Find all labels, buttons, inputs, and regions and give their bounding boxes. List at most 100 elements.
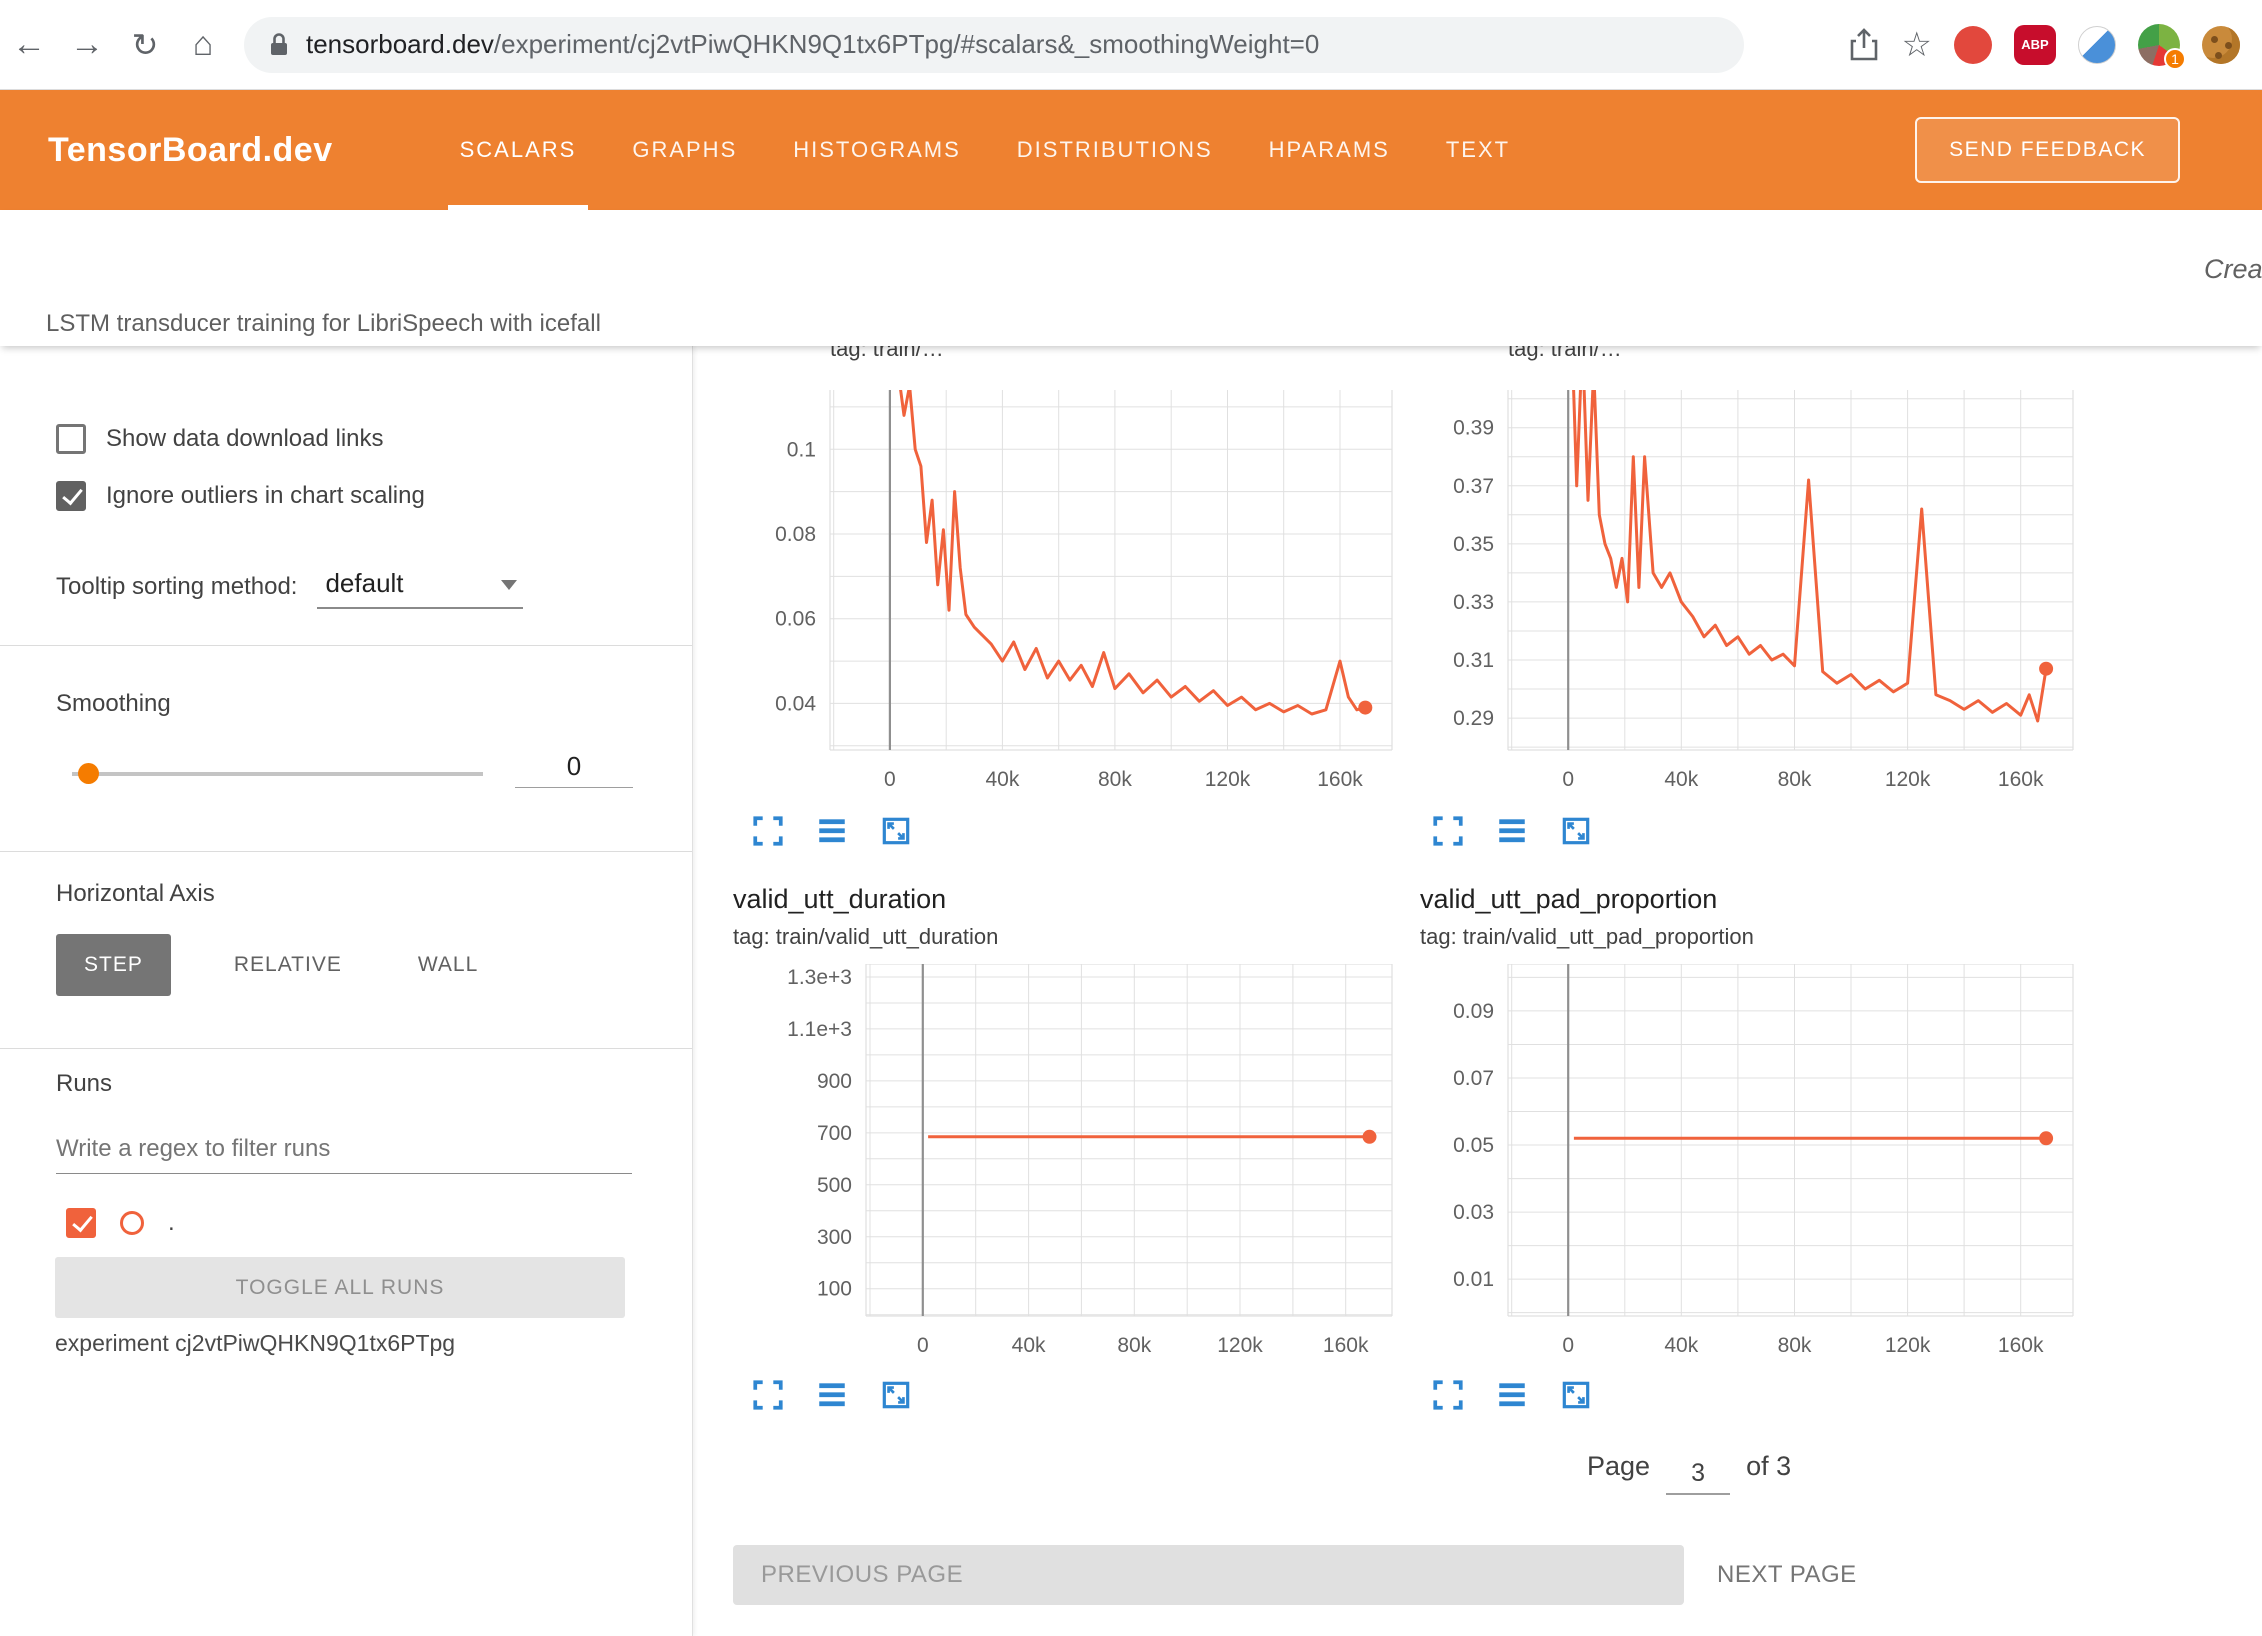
smoothing-slider-track[interactable]: [72, 772, 483, 776]
page-number-input[interactable]: [1666, 1455, 1730, 1495]
experiment-id-label: experiment cj2vtPiwQHKN9Q1tx6PTpg: [55, 1330, 455, 1357]
svg-text:0.37: 0.37: [1453, 475, 1494, 498]
chart-actions: [1431, 814, 1593, 848]
run-color-swatch[interactable]: [120, 1211, 144, 1235]
smoothing-slider-thumb[interactable]: [78, 763, 99, 784]
divider: [0, 645, 692, 646]
smoothing-value-input[interactable]: [515, 746, 633, 788]
fit-domain-icon[interactable]: [1559, 1378, 1593, 1412]
fullscreen-icon[interactable]: [1431, 814, 1465, 848]
ignore-outliers-checkbox[interactable]: [56, 481, 86, 511]
data-lines-icon[interactable]: [1495, 1378, 1529, 1412]
abp-extension-icon[interactable]: ABP: [2014, 25, 2056, 65]
cookie-icon[interactable]: [2202, 26, 2240, 64]
show-download-row: Show data download links: [56, 424, 384, 454]
extension-icon[interactable]: [2078, 26, 2116, 64]
fullscreen-icon[interactable]: [751, 814, 785, 848]
address-bar[interactable]: tensorboard.dev/experiment/cj2vtPiwQHKN9…: [244, 17, 1744, 73]
axis-wall-button[interactable]: WALL: [390, 934, 506, 996]
run-checkbox[interactable]: [66, 1208, 96, 1238]
tab-histograms[interactable]: HISTOGRAMS: [781, 90, 973, 210]
settings-sidebar: Show data download links Ignore outliers…: [0, 346, 693, 1636]
svg-text:0.31: 0.31: [1453, 649, 1494, 672]
page-of-label: of 3: [1746, 1446, 1791, 1486]
tooltip-sorting-label: Tooltip sorting method:: [56, 573, 297, 609]
data-lines-icon[interactable]: [815, 1378, 849, 1412]
bookmark-star-icon[interactable]: ☆: [1902, 25, 1932, 65]
tab-distributions[interactable]: DISTRIBUTIONS: [1005, 90, 1225, 210]
fit-domain-icon[interactable]: [879, 1378, 913, 1412]
runs-label: Runs: [56, 1070, 112, 1098]
svg-text:40k: 40k: [1664, 1334, 1698, 1357]
svg-text:120k: 120k: [1885, 768, 1931, 791]
svg-text:160k: 160k: [1323, 1334, 1369, 1357]
back-icon[interactable]: ←: [0, 25, 58, 64]
adblock-extension-icon[interactable]: [1954, 26, 1992, 64]
divider: [0, 851, 692, 852]
forward-icon[interactable]: →: [58, 25, 116, 64]
lock-icon: [268, 31, 290, 59]
main-nav: SCALARS GRAPHS HISTOGRAMS DISTRIBUTIONS …: [448, 90, 1522, 210]
created-truncated-text: Crea: [2204, 254, 2262, 285]
svg-text:300: 300: [817, 1226, 852, 1249]
svg-text:700: 700: [817, 1122, 852, 1145]
ignore-outliers-row: Ignore outliers in chart scaling: [56, 481, 425, 511]
chart-actions: [751, 814, 913, 848]
fullscreen-icon[interactable]: [751, 1378, 785, 1412]
svg-text:1.1e+3: 1.1e+3: [787, 1018, 852, 1041]
charts-main: tag: train/… tag: train/… 0.040.060.080.…: [693, 346, 2262, 1636]
next-page-button[interactable]: NEXT PAGE: [1717, 1545, 1857, 1605]
svg-text:80k: 80k: [1117, 1334, 1151, 1357]
tab-hparams[interactable]: HPARAMS: [1257, 90, 1402, 210]
data-lines-icon[interactable]: [1495, 814, 1529, 848]
chart-top-right: 0.290.310.330.350.370.39040k80k120k160k: [1388, 390, 2085, 796]
tab-text[interactable]: TEXT: [1434, 90, 1522, 210]
svg-text:160k: 160k: [1998, 1334, 2044, 1357]
svg-text:0.03: 0.03: [1453, 1201, 1494, 1224]
fit-domain-icon[interactable]: [1559, 814, 1593, 848]
svg-text:40k: 40k: [985, 768, 1019, 791]
chart-bottom-left: 1003005007009001.1e+31.3e+3040k80k120k16…: [746, 964, 1404, 1362]
svg-text:80k: 80k: [1778, 768, 1812, 791]
home-icon[interactable]: ⌂: [174, 25, 232, 64]
run-name: .: [168, 1209, 175, 1237]
scalar-chart[interactable]: 0.290.310.330.350.370.39040k80k120k160k: [1388, 390, 2085, 796]
svg-text:40k: 40k: [1012, 1334, 1046, 1357]
chart-actions: [1431, 1378, 1593, 1412]
experiment-description: LSTM transducer training for LibriSpeech…: [46, 310, 601, 338]
svg-text:1.3e+3: 1.3e+3: [787, 966, 852, 989]
runs-filter-input[interactable]: [56, 1124, 632, 1174]
axis-step-button[interactable]: STEP: [56, 934, 171, 996]
scalar-chart[interactable]: 1003005007009001.1e+31.3e+3040k80k120k16…: [746, 964, 1404, 1362]
axis-relative-button[interactable]: RELATIVE: [206, 934, 370, 996]
url-text: tensorboard.dev/experiment/cj2vtPiwQHKN9…: [306, 29, 1319, 60]
tooltip-sorting-dropdown[interactable]: default: [317, 568, 523, 609]
show-download-checkbox[interactable]: [56, 424, 86, 454]
tab-scalars[interactable]: SCALARS: [448, 90, 589, 210]
scalar-chart[interactable]: 0.040.060.080.1040k80k120k160k: [710, 390, 1404, 796]
svg-text:0.05: 0.05: [1453, 1134, 1494, 1157]
svg-text:500: 500: [817, 1174, 852, 1197]
svg-text:0.06: 0.06: [775, 608, 816, 631]
svg-text:0.04: 0.04: [775, 692, 816, 715]
fullscreen-icon[interactable]: [1431, 1378, 1465, 1412]
profile-avatar[interactable]: 1: [2138, 24, 2180, 66]
tooltip-sorting-value: default: [325, 568, 403, 598]
browser-toolbar: ← → ↻ ⌂ tensorboard.dev/experiment/cj2vt…: [0, 0, 2262, 90]
scalar-chart[interactable]: 0.010.030.050.070.09040k80k120k160k: [1388, 964, 2085, 1362]
send-feedback-button[interactable]: SEND FEEDBACK: [1915, 117, 2180, 183]
fit-domain-icon[interactable]: [879, 814, 913, 848]
svg-text:160k: 160k: [1998, 768, 2044, 791]
svg-text:100: 100: [817, 1278, 852, 1301]
url-domain: tensorboard.dev: [306, 29, 494, 59]
clipped-chart-tag: tag: train/…: [1508, 346, 2028, 368]
reload-icon[interactable]: ↻: [116, 26, 174, 64]
tensorboard-logo[interactable]: TensorBoard.dev: [48, 131, 333, 170]
tab-graphs[interactable]: GRAPHS: [620, 90, 749, 210]
svg-text:0.01: 0.01: [1453, 1268, 1494, 1291]
share-icon[interactable]: [1848, 28, 1880, 62]
previous-page-button[interactable]: PREVIOUS PAGE: [733, 1545, 1684, 1605]
data-lines-icon[interactable]: [815, 814, 849, 848]
svg-text:120k: 120k: [1217, 1334, 1263, 1357]
toggle-all-runs-button[interactable]: TOGGLE ALL RUNS: [55, 1257, 625, 1318]
